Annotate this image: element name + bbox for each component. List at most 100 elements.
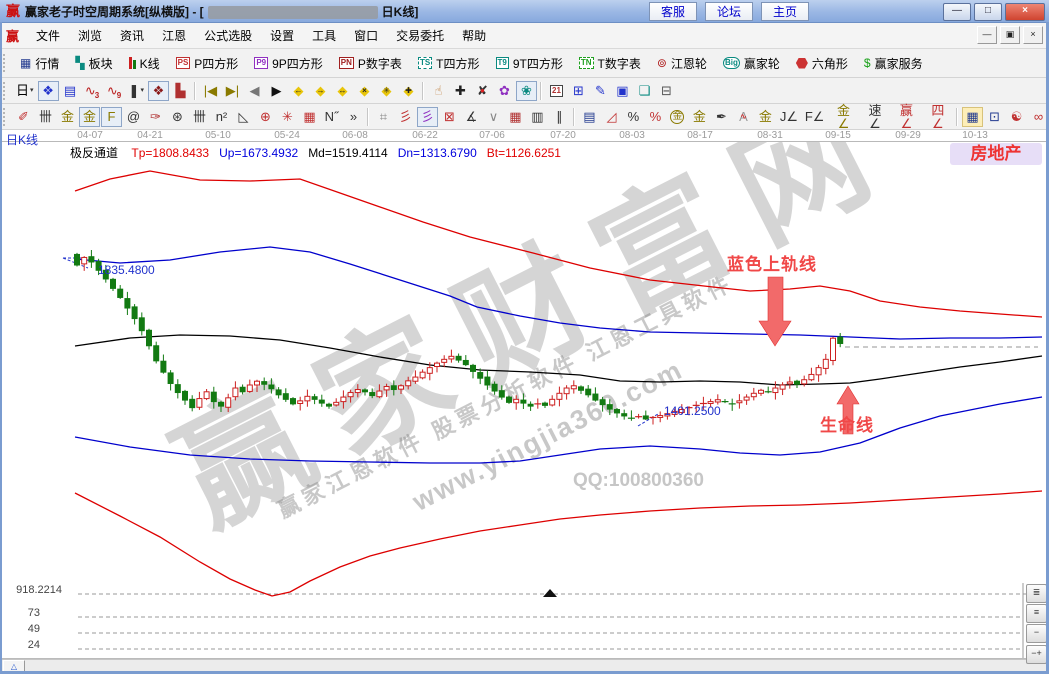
- menu-tools[interactable]: 工具: [303, 24, 345, 47]
- t-square-button[interactable]: TST四方形: [410, 51, 488, 75]
- pattern-blue-tool[interactable]: ❖: [38, 81, 59, 101]
- close-button[interactable]: ×: [1005, 3, 1045, 21]
- next-bar-button[interactable]: ▶: [266, 81, 287, 101]
- square-grid-tool[interactable]: ▦: [299, 107, 320, 127]
- expand-all-button[interactable]: ◆✳: [376, 81, 397, 101]
- pane-three-split-button[interactable]: ≣: [1026, 584, 1047, 603]
- more-tools-button[interactable]: »: [343, 107, 364, 127]
- menu-formula-stock-pick[interactable]: 公式选股: [195, 24, 261, 47]
- box-lines-tool[interactable]: ⊠: [439, 107, 460, 127]
- fan-red-tool[interactable]: 彡: [395, 107, 416, 127]
- gann-circle-tool[interactable]: ⊕: [255, 107, 276, 127]
- list-doc-tool[interactable]: ▤: [60, 81, 81, 101]
- frame-tool[interactable]: ⌗: [373, 107, 394, 127]
- flower-purple-tool[interactable]: ✿: [494, 81, 515, 101]
- maximize-button[interactable]: □: [974, 3, 1002, 21]
- menu-settings[interactable]: 设置: [261, 24, 303, 47]
- erase-tool[interactable]: ✘●: [472, 81, 493, 101]
- sync-button[interactable]: ❏: [634, 81, 655, 101]
- brush-tool[interactable]: ✑: [145, 107, 166, 127]
- menu-news[interactable]: 资讯: [111, 24, 153, 47]
- winner-service-button[interactable]: $赢家服务: [856, 51, 931, 75]
- angle-win-tool[interactable]: 赢∠: [891, 107, 921, 127]
- shift-left-button[interactable]: ◆←: [288, 81, 309, 101]
- memo-button[interactable]: ✎: [590, 81, 611, 101]
- k-marks-tool[interactable]: N˝: [321, 107, 342, 127]
- angle-four-tool[interactable]: 四∠: [923, 107, 953, 127]
- menu-browse[interactable]: 浏览: [69, 24, 111, 47]
- pane-two-split-button[interactable]: ≡: [1026, 604, 1047, 623]
- percent-line-tool[interactable]: %: [645, 107, 666, 127]
- pen-k-tool[interactable]: ✒: [711, 107, 732, 127]
- candle-style-dropdown[interactable]: ❚▾: [126, 81, 147, 101]
- flower-teal-tool[interactable]: ❀: [516, 81, 537, 101]
- t-number-button[interactable]: TNT数字表: [571, 51, 649, 75]
- compress-button[interactable]: ◆×: [354, 81, 375, 101]
- period-day-dropdown[interactable]: 日▾: [13, 81, 37, 101]
- hand-tool[interactable]: ☝: [428, 81, 449, 101]
- pen-tool[interactable]: ✐: [13, 107, 34, 127]
- menu-help[interactable]: 帮助: [453, 24, 495, 47]
- first-bar-button[interactable]: |◀: [200, 81, 221, 101]
- menu-window[interactable]: 窗口: [345, 24, 387, 47]
- grid-gold-center-tool[interactable]: ▦: [962, 107, 983, 127]
- n2-tool[interactable]: n²: [211, 107, 232, 127]
- tally-tool[interactable]: 卌: [35, 107, 56, 127]
- print-button[interactable]: ⊟: [656, 81, 677, 101]
- p9-square-button[interactable]: P99P四方形: [246, 51, 330, 75]
- v-dots-tool[interactable]: ∨: [483, 107, 504, 127]
- sector-badge[interactable]: 房地产: [950, 143, 1042, 165]
- percent-tool[interactable]: %: [623, 107, 644, 127]
- save-button[interactable]: ▣: [612, 81, 633, 101]
- gold-grid2-tool[interactable]: 金: [79, 107, 100, 127]
- grid-red-tool[interactable]: ▦: [505, 107, 526, 127]
- angle-f-tool[interactable]: F∠: [802, 107, 827, 127]
- gold-underline-tool[interactable]: 金: [755, 107, 776, 127]
- shift-right-button[interactable]: ◆→: [310, 81, 331, 101]
- prev-bar-button[interactable]: ◀: [244, 81, 265, 101]
- p-number-button[interactable]: PNP数字表: [331, 51, 410, 75]
- chart-box-tool[interactable]: ⊡: [984, 107, 1005, 127]
- menu-file[interactable]: 文件: [27, 24, 69, 47]
- star-grid-tool[interactable]: ✳: [277, 107, 298, 127]
- retrace-tool[interactable]: ◿: [601, 107, 622, 127]
- menu-trade[interactable]: 交易委托: [387, 24, 453, 47]
- calendar-button[interactable]: 21: [546, 81, 567, 101]
- gold-line-tool[interactable]: 金: [689, 107, 710, 127]
- parallel-tool[interactable]: ∥: [549, 107, 570, 127]
- hexagon-button[interactable]: 六角形: [788, 51, 856, 75]
- crosshair-tool[interactable]: ✚: [450, 81, 471, 101]
- gann-wheel-button[interactable]: ⊚江恩轮: [649, 51, 715, 75]
- p-square-button[interactable]: PSP四方形: [168, 51, 247, 75]
- menu-gann[interactable]: 江恩: [153, 24, 195, 47]
- pattern-red-tool[interactable]: ❖: [148, 81, 169, 101]
- angle-pencil-tool[interactable]: ∡: [461, 107, 482, 127]
- titlebar-link-home[interactable]: 主页: [761, 2, 809, 21]
- t9-square-button[interactable]: T99T四方形: [488, 51, 571, 75]
- grid-dark-tool[interactable]: ▥: [527, 107, 548, 127]
- titlebar-link-service[interactable]: 客服: [649, 2, 697, 21]
- winner-wheel-button[interactable]: Big赢家轮: [715, 51, 788, 75]
- wave-3-tool[interactable]: ∿3: [82, 81, 103, 101]
- a-wave-tool[interactable]: A∿: [733, 107, 754, 127]
- sectors-button[interactable]: ▚板块: [67, 51, 120, 75]
- fan-purple-tool[interactable]: 彡: [417, 107, 438, 127]
- child-minimize-button[interactable]: —: [977, 26, 997, 44]
- pane-slider-button[interactable]: −+: [1026, 645, 1047, 664]
- angle-j-tool[interactable]: J∠: [777, 107, 801, 127]
- yinyang-tool[interactable]: ☯: [1006, 107, 1027, 127]
- child-close-button[interactable]: ×: [1023, 26, 1043, 44]
- quotes-button[interactable]: ▦行情: [12, 51, 67, 75]
- circle-ticks-tool[interactable]: ⊛: [167, 107, 188, 127]
- pane-one-split-button[interactable]: −: [1026, 624, 1047, 643]
- wave-9-tool[interactable]: ∿9: [104, 81, 125, 101]
- kline-button[interactable]: K线: [121, 51, 168, 75]
- gold-circle-tool[interactable]: 金: [667, 107, 688, 127]
- tally2-tool[interactable]: 卌: [189, 107, 210, 127]
- center-button[interactable]: ◆✚: [398, 81, 419, 101]
- histogram-tool[interactable]: ▙: [170, 81, 191, 101]
- last-bar-button[interactable]: ▶|: [222, 81, 243, 101]
- spiral-tool[interactable]: @: [123, 107, 144, 127]
- bars-tool[interactable]: ▤: [579, 107, 600, 127]
- calculator-button[interactable]: ⊞: [568, 81, 589, 101]
